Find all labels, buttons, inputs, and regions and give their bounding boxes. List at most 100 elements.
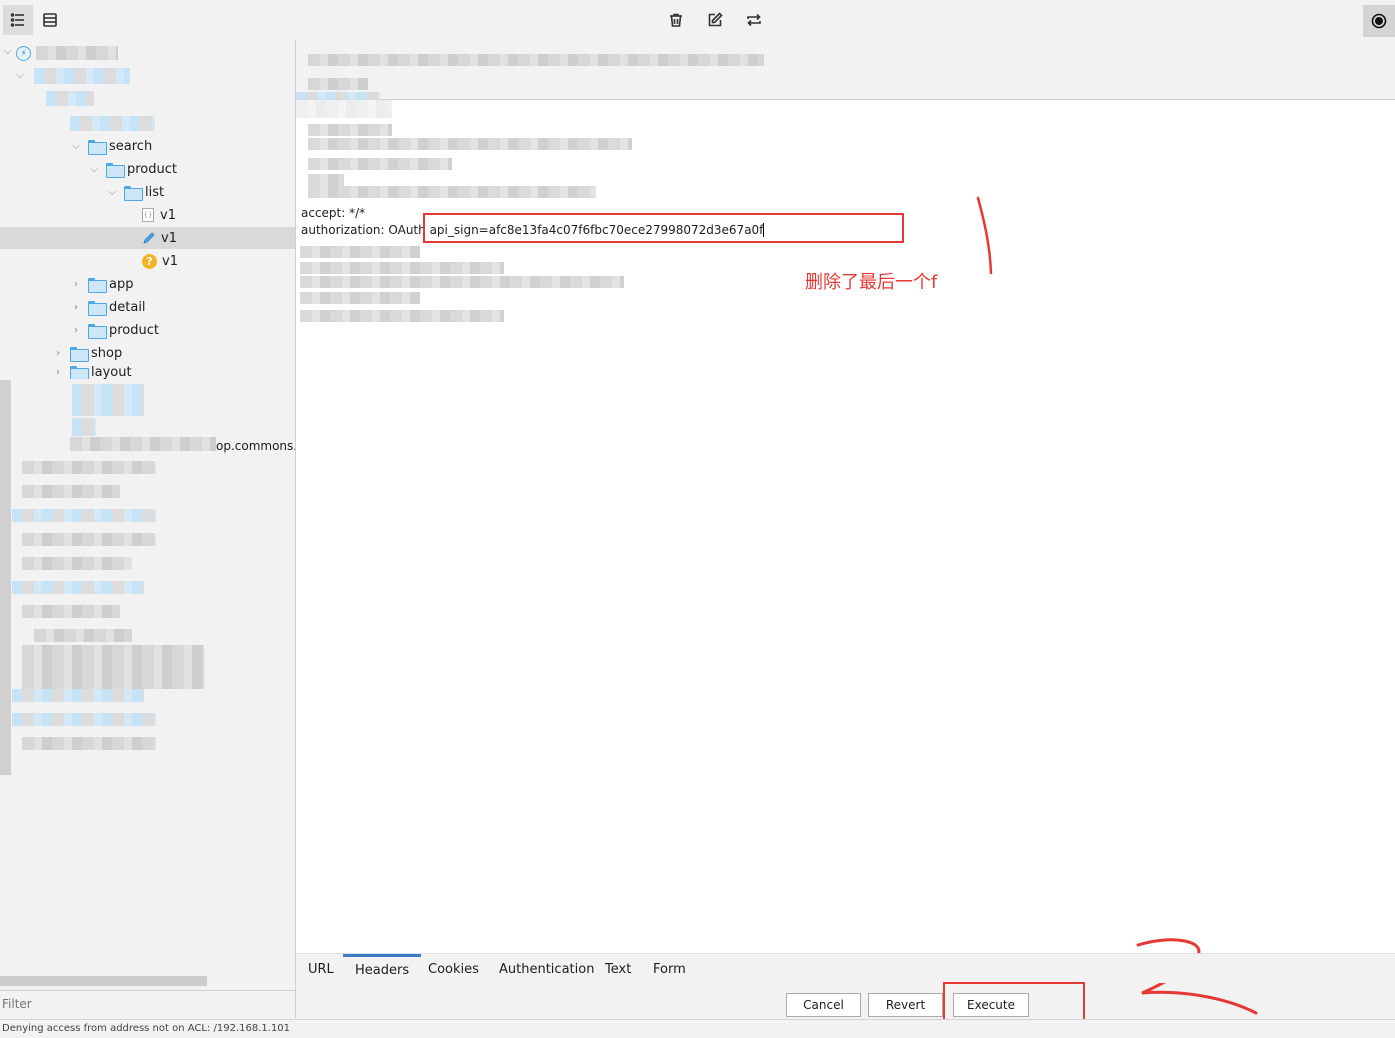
- pencil-icon: [143, 232, 155, 244]
- tree-folder-search[interactable]: ⌵ search: [70, 135, 152, 157]
- sidebar-vertical-scrollbar[interactable]: [0, 380, 11, 775]
- lightning-icon: ⚡: [16, 46, 31, 61]
- redacted-header: [308, 174, 344, 186]
- tree-label: product: [127, 161, 178, 177]
- tree-label: detail: [109, 299, 146, 315]
- redacted-host: [12, 509, 156, 522]
- chevron-right-icon[interactable]: ›: [70, 325, 82, 336]
- structure-tree: ⌵ ⚡ ⌵ ⌵ search ⌵ product ⌵ list {} v1 v1…: [0, 40, 296, 1018]
- tree-label: op.commons.c: [216, 439, 296, 453]
- chevron-down-icon[interactable]: ⌵: [106, 187, 118, 198]
- tree-folder-list[interactable]: ⌵ list: [106, 181, 164, 203]
- repeat-button[interactable]: [739, 5, 769, 35]
- repeat-icon: [747, 13, 761, 27]
- trash-icon: [670, 13, 682, 27]
- redacted-path: [70, 116, 155, 131]
- filter-box: [0, 990, 295, 1018]
- request-overview: [296, 40, 1395, 100]
- status-bar: Denying access from address not on ACL: …: [0, 1019, 1395, 1037]
- redacted-header: [296, 100, 392, 118]
- annotation-highlight-box: [423, 213, 904, 243]
- redacted-request-line: [308, 54, 764, 66]
- tab-text[interactable]: Text: [605, 954, 631, 984]
- redacted-host: [22, 485, 120, 498]
- tab-headers[interactable]: Headers: [343, 954, 422, 984]
- redacted-host: [22, 557, 132, 570]
- chevron-right-icon[interactable]: ›: [70, 302, 82, 313]
- folder-icon: [88, 139, 107, 155]
- redacted-header: [300, 276, 624, 288]
- redacted-host: [12, 689, 144, 702]
- list-view-button[interactable]: [35, 5, 65, 35]
- revert-button[interactable]: Revert: [868, 993, 943, 1017]
- chevron-down-icon[interactable]: ⌵: [16, 70, 24, 81]
- tree-label: list: [145, 184, 165, 200]
- json-file-icon: {}: [142, 208, 154, 222]
- tab-label: Text: [605, 961, 632, 977]
- redacted-path: [72, 418, 96, 436]
- tab-authentication[interactable]: Authentication: [499, 954, 594, 984]
- truncated-host-label[interactable]: op.commons.c: [216, 435, 296, 457]
- edit-icon: [708, 12, 723, 27]
- redacted-host: [22, 533, 156, 546]
- tab-url[interactable]: URL: [308, 954, 334, 984]
- chevron-down-icon[interactable]: ⌵: [4, 46, 12, 57]
- chevron-right-icon[interactable]: ›: [52, 367, 64, 378]
- tab-form[interactable]: Form: [653, 954, 686, 984]
- redacted-header: [300, 246, 420, 258]
- tree-label: v1: [161, 230, 177, 246]
- tab-label: Form: [653, 961, 686, 977]
- tree-folder-product[interactable]: ⌵ product: [88, 158, 177, 180]
- tree-request-v1[interactable]: {} v1: [142, 204, 176, 226]
- chevron-right-icon[interactable]: ›: [52, 348, 64, 359]
- tree-label: search: [109, 138, 153, 154]
- tree-folder-layout[interactable]: › layout: [52, 365, 132, 379]
- tree-label: v1: [160, 207, 176, 223]
- tree-label: layout: [91, 365, 132, 379]
- redacted-host: [12, 713, 156, 726]
- redacted-host: [34, 68, 130, 84]
- chevron-right-icon[interactable]: ›: [70, 279, 82, 290]
- folder-icon: [70, 365, 89, 379]
- toolbar: [0, 0, 1395, 40]
- chevron-down-icon[interactable]: ⌵: [70, 141, 82, 152]
- tab-label: Cookies: [428, 961, 479, 977]
- tree-view-icon: [10, 13, 24, 27]
- question-icon: ?: [142, 253, 157, 269]
- sidebar-horizontal-scrollbar[interactable]: [0, 976, 207, 986]
- tab-label: Authentication: [499, 961, 595, 977]
- filter-input[interactable]: [0, 993, 290, 1015]
- tree-folder-detail[interactable]: › detail: [70, 296, 146, 318]
- list-view-icon: [43, 13, 57, 27]
- request-tabs: URL Headers Cookies Authentication Text …: [296, 953, 1395, 983]
- redacted-path: [72, 384, 144, 416]
- tree-folder-app[interactable]: › app: [70, 273, 133, 295]
- folder-icon: [88, 300, 107, 316]
- edit-button[interactable]: [700, 5, 730, 35]
- cancel-button[interactable]: Cancel: [786, 993, 861, 1017]
- clear-button[interactable]: [661, 5, 691, 35]
- redacted-header: [300, 262, 504, 274]
- tab-label: URL: [308, 961, 334, 977]
- tree-view-button[interactable]: [3, 5, 33, 35]
- tree-request-v1-pending[interactable]: ? v1: [142, 250, 178, 272]
- tree-folder-product-2[interactable]: › product: [70, 319, 159, 341]
- status-message: Denying access from address not on ACL: …: [2, 1023, 291, 1034]
- redacted-header: [308, 138, 632, 150]
- record-button[interactable]: [1363, 5, 1395, 37]
- redacted-header: [308, 186, 596, 198]
- redacted-host: [22, 605, 120, 618]
- tree-label: shop: [91, 345, 123, 361]
- tree-request-v1-selected[interactable]: v1: [0, 227, 295, 249]
- redacted-header: [300, 292, 420, 304]
- chevron-down-icon[interactable]: ⌵: [88, 164, 100, 175]
- redacted-request-line: [308, 78, 368, 90]
- tab-cookies[interactable]: Cookies: [428, 954, 479, 984]
- redacted-host: [34, 629, 132, 642]
- tree-folder-shop[interactable]: › shop: [52, 342, 122, 364]
- tree-label: product: [109, 322, 160, 338]
- folder-icon: [70, 346, 89, 362]
- authorization-prefix: authorization: OAuth: [301, 223, 430, 237]
- redacted-request-line: [296, 92, 380, 100]
- record-icon: [1371, 13, 1387, 29]
